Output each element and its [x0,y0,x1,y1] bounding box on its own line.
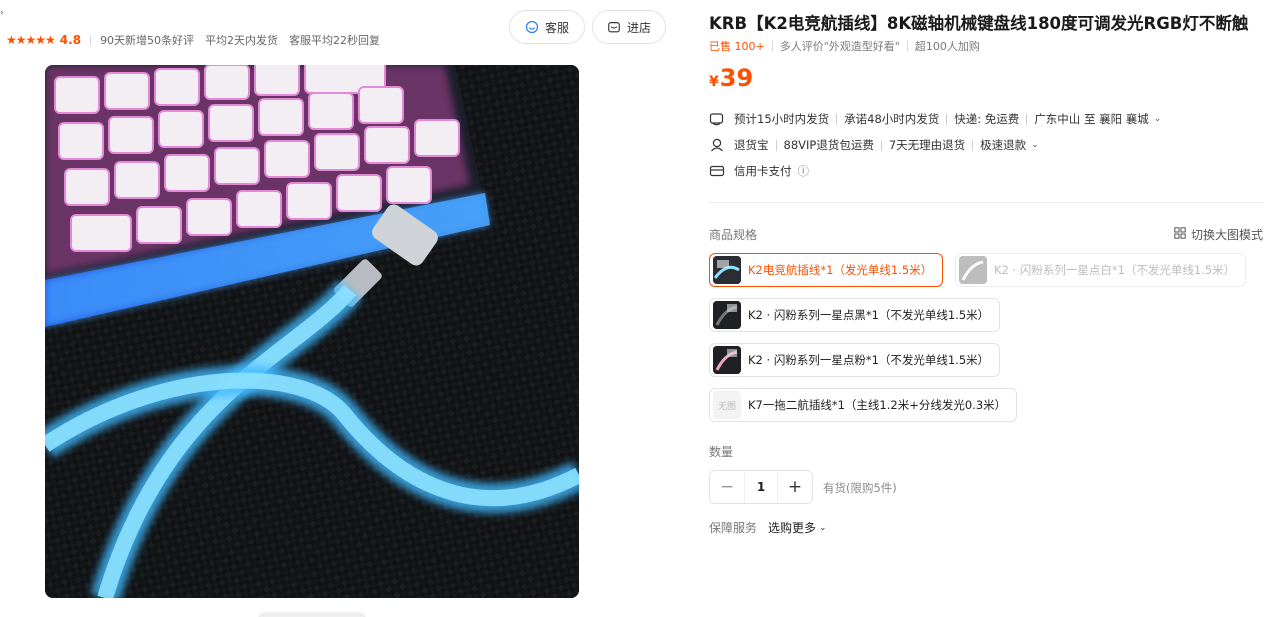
stock-status: 有货(限购5件) [823,481,897,495]
sku-label: K7一拖二航插线*1（主线1.2米+分线发光0.3米） [748,398,1007,412]
toggle-large-image-mode[interactable]: 切换大图模式 [1174,226,1263,243]
sku-option[interactable]: K2 · 闪粉系列一星点粉*1（不发光单线1.5米） [709,343,1001,377]
sku-label: K2 · 闪粉系列一星点白*1（不发光单线1.5米） [994,263,1236,277]
guarantee-label: 保障服务 [709,521,758,535]
divider [1026,113,1028,125]
sku-option[interactable]: 无图 K7一拖二航插线*1（主线1.2米+分线发光0.3米） [709,388,1018,422]
return-shield-icon [709,137,725,153]
decrease-button[interactable]: − [710,471,744,503]
quantity-input[interactable]: 1 [744,471,778,503]
chevron-right-icon[interactable]: › [0,9,4,18]
section-divider [709,202,1264,203]
divider [946,113,948,125]
shipping-route[interactable]: 广东中山 至 襄阳 襄城 [1034,111,1148,127]
returns-row: 退货宝 88VIP退货包运费 7天无理由退货 极速退款 ⌄ [709,137,1039,153]
sku-option[interactable]: K2电竞航插线*1（发光单线1.5米） [709,253,944,287]
service-response-stat: 客服平均22秒回复 [289,34,381,47]
divider [836,113,838,125]
vip-return-shipping: 88VIP退货包运费 [783,138,874,152]
sku-label: K2电竞航插线*1（发光单线1.5米） [748,263,933,277]
sku-option[interactable]: K2 · 闪粉系列一星点白*1（不发光单线1.5米） [955,253,1247,287]
sku-thumbnail [713,256,741,284]
currency-symbol: ¥ [709,74,719,90]
sales-summary: 已售 100+ 多人评价"外观造型好看" 超100人加购 [709,38,980,54]
shipping-fee: 快递: 免运费 [954,112,1020,126]
divider [880,139,882,151]
return-insurance: 退货宝 [734,138,769,152]
thumbnail-strip[interactable] [258,612,366,617]
shipping-row: 预计15小时内发货 承诺48小时内发货 快递: 免运费 广东中山 至 襄阳 襄城… [709,111,1161,127]
shipping-promise: 承诺48小时内发货 [844,112,940,126]
sku-label: K2 · 闪粉系列一星点粉*1（不发光单线1.5米） [748,353,990,367]
toggle-label: 切换大图模式 [1190,228,1263,242]
review-highlight[interactable]: 多人评价"外观造型好看" [780,38,900,54]
increase-button[interactable]: + [778,471,812,503]
fast-refund[interactable]: 极速退款 [980,137,1026,153]
divider [90,34,92,46]
spec-label: 商品规格 [709,228,758,242]
new-reviews-stat: 90天新增50条好评 [100,34,195,47]
price: ¥ 39 [709,64,753,92]
chat-smile-icon [525,20,539,34]
sku-thumbnail [959,256,987,284]
price-value: 39 [719,64,754,92]
divider [972,139,974,151]
shipping-speed-stat: 平均2天内发货 [205,34,279,47]
no-image-placeholder: 无图 [713,391,741,419]
payment-row: 信用卡支付 ⓘ [709,163,809,179]
credit-card-payment: 信用卡支付 [734,164,792,178]
sku-option[interactable]: K2 · 闪粉系列一星点黑*1（不发光单线1.5米） [709,298,1001,332]
guarantee-row: 保障服务 选购更多 ⌄ [709,519,827,536]
info-icon[interactable]: ⓘ [798,163,810,179]
quantity-stepper[interactable]: − 1 + [709,470,813,504]
rating-stars-icon: ★★★★★ [6,33,56,47]
buy-more-link[interactable]: 选购更多 [768,519,816,536]
shipping-estimate: 预计15小时内发货 [734,112,830,126]
seven-day-return: 7天无理由退货 [888,138,966,152]
store-icon [607,20,621,34]
customer-service-label: 客服 [544,20,569,35]
keyboard-cable-photo [45,65,579,598]
credit-card-icon [709,163,725,179]
quantity-label: 数量 [709,445,734,459]
sku-label: K2 · 闪粉系列一星点黑*1（不发光单线1.5米） [748,308,990,322]
sold-count: 已售 100+ [709,40,765,53]
chevron-down-icon[interactable]: ⌄ [819,523,827,533]
shop-rating-bar: ★★★★★ 4.8 90天新增50条好评 平均2天内发货 客服平均22秒回复 [0,28,391,52]
product-title: KRB【K2电竞航插线】8K磁轴机械键盘线180度可调发光RGB灯不断触 [709,14,1249,33]
shop-rating-value: 4.8 [59,33,82,47]
sku-thumbnail [713,301,741,329]
sku-thumbnail [713,346,741,374]
chevron-down-icon[interactable]: ⌄ [1031,140,1039,150]
enter-store-label: 进店 [626,20,651,35]
divider [775,139,777,151]
cart-count: 超100人加购 [914,40,980,53]
customer-service-button[interactable]: 客服 [509,10,585,44]
enter-store-button[interactable]: 进店 [592,10,666,44]
truck-icon [709,111,725,127]
product-main-image[interactable] [45,65,579,598]
divider [906,41,908,51]
chevron-down-icon[interactable]: ⌄ [1154,114,1162,124]
grid-icon [1174,227,1186,242]
divider [771,41,773,51]
